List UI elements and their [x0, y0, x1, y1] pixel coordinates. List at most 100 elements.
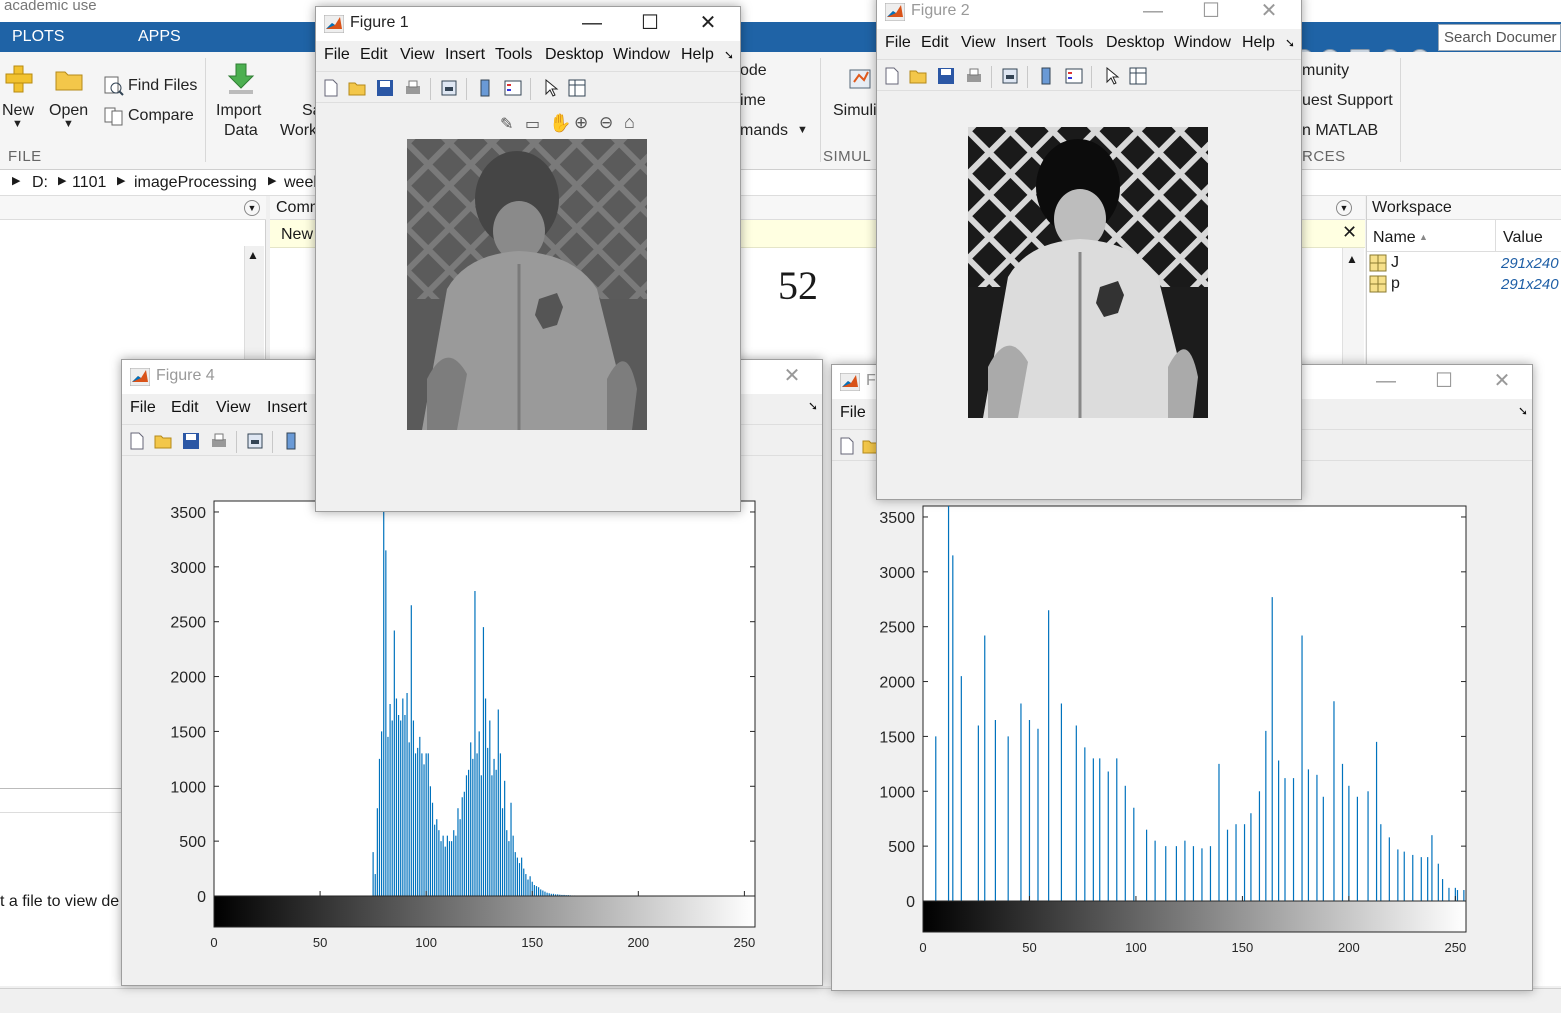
colorbar-icon[interactable]	[282, 432, 300, 450]
find-files-icon[interactable]	[104, 76, 124, 96]
link-plot-icon[interactable]	[440, 79, 458, 97]
menu-edit[interactable]: Edit	[171, 399, 199, 417]
menu-file[interactable]: File	[885, 34, 911, 52]
property-inspector-icon[interactable]	[1129, 67, 1147, 85]
save-workspace-label-2[interactable]: Work	[280, 122, 317, 140]
panel-menu-icon[interactable]: ▼	[1336, 200, 1352, 216]
current-folder-address-bar[interactable]: ▶ D: ▶ 1101 ▶ imageProcessing ▶ weel	[0, 170, 1561, 196]
tab-plots[interactable]: PLOTS	[12, 28, 64, 46]
colorbar-icon[interactable]	[1037, 67, 1055, 85]
figure-title-bar[interactable]: Figure 1 — ☐ ✕	[316, 7, 740, 41]
print-icon[interactable]	[965, 67, 983, 85]
import-data-label-2[interactable]: Data	[224, 122, 258, 140]
compare-icon[interactable]	[104, 106, 124, 126]
panel-menu-icon[interactable]: ▼	[244, 200, 260, 216]
menu-window[interactable]: Window	[1174, 34, 1231, 52]
variable-value[interactable]: 291x240	[1501, 255, 1559, 272]
variable-value[interactable]: 291x240	[1501, 276, 1559, 293]
brush-icon[interactable]: ✎	[500, 114, 513, 134]
workspace-col-name[interactable]: Name	[1373, 229, 1416, 247]
minimize-icon[interactable]: —	[1358, 365, 1414, 399]
new-figure-icon[interactable]	[322, 79, 340, 97]
menu-insert[interactable]: Insert	[1006, 34, 1046, 52]
maximize-icon[interactable]: ☐	[622, 7, 678, 41]
zoom-in-icon[interactable]: ⊕	[574, 113, 588, 133]
menu-view[interactable]: View	[400, 46, 434, 64]
menu-tools[interactable]: Tools	[495, 46, 532, 64]
variable-name[interactable]: J	[1391, 254, 1399, 272]
menu-tools[interactable]: Tools	[1056, 34, 1093, 52]
minimize-icon[interactable]: —	[1125, 0, 1181, 29]
menu-file[interactable]: File	[130, 399, 156, 417]
figure-title-bar[interactable]: Figure 2 — ☐ ✕	[877, 0, 1301, 29]
menu-desktop[interactable]: Desktop	[1106, 34, 1165, 52]
property-inspector-icon[interactable]	[568, 79, 586, 97]
colorbar-icon[interactable]	[476, 79, 494, 97]
request-support-link[interactable]: uest Support	[1302, 92, 1393, 110]
import-data-label-1[interactable]: Import	[216, 102, 261, 120]
edit-plot-pointer-icon[interactable]	[542, 79, 560, 97]
save-icon[interactable]	[937, 67, 955, 85]
close-icon[interactable]: ✕	[1241, 0, 1297, 29]
edit-plot-pointer-icon[interactable]	[1103, 67, 1121, 85]
open-dropdown-icon[interactable]: ▼	[63, 118, 74, 130]
link-plot-icon[interactable]	[246, 432, 264, 450]
new-dropdown-icon[interactable]: ▼	[12, 118, 23, 130]
compare-button[interactable]: Compare	[128, 107, 194, 125]
figure-2-window[interactable]: Figure 2 — ☐ ✕ File Edit View Insert Too…	[876, 0, 1302, 500]
learn-matlab-link[interactable]: n MATLAB	[1302, 122, 1378, 140]
maximize-icon[interactable]: ☐	[1416, 365, 1472, 399]
close-icon[interactable]: ✕	[764, 360, 820, 394]
menu-desktop[interactable]: Desktop	[545, 46, 604, 64]
legend-icon[interactable]	[504, 79, 522, 97]
dock-arrow-icon[interactable]: ➘	[808, 399, 818, 413]
pan-hand-icon[interactable]: ✋	[549, 113, 571, 134]
minimize-icon[interactable]: —	[564, 7, 620, 41]
menu-edit[interactable]: Edit	[360, 46, 388, 64]
zoom-out-icon[interactable]: ⊖	[599, 113, 613, 133]
menu-help[interactable]: Help	[681, 46, 714, 64]
maximize-icon[interactable]: ☐	[1183, 0, 1239, 29]
dock-arrow-icon[interactable]: ➘	[724, 48, 734, 62]
link-plot-icon[interactable]	[1001, 67, 1019, 85]
new-figure-icon[interactable]	[883, 67, 901, 85]
import-data-icon[interactable]	[226, 62, 256, 96]
address-segment[interactable]: 1101	[72, 174, 106, 192]
simulink-icon[interactable]	[848, 64, 876, 92]
menu-file[interactable]: File	[840, 404, 866, 422]
legend-icon[interactable]	[1065, 67, 1083, 85]
address-segment[interactable]: imageProcessing	[134, 174, 257, 192]
menu-insert[interactable]: Insert	[445, 46, 485, 64]
save-icon[interactable]	[376, 79, 394, 97]
folder-open-icon[interactable]	[54, 68, 84, 92]
variable-name[interactable]: p	[1391, 275, 1400, 293]
menu-window[interactable]: Window	[613, 46, 670, 64]
new-to-matlab-text[interactable]: New	[281, 226, 313, 244]
open-file-icon[interactable]	[154, 432, 172, 450]
menu-help[interactable]: Help	[1242, 34, 1275, 52]
new-icon[interactable]	[4, 64, 34, 94]
search-documentation-input[interactable]: Search Documer	[1438, 24, 1561, 51]
menu-edit[interactable]: Edit	[921, 34, 949, 52]
data-tips-icon[interactable]: ▭	[525, 114, 540, 134]
open-file-icon[interactable]	[348, 79, 366, 97]
tab-apps[interactable]: APPS	[138, 28, 181, 46]
address-arrow-icon[interactable]: ▶	[58, 174, 66, 187]
address-arrow-icon[interactable]: ▶	[12, 174, 20, 187]
address-segment[interactable]: weel	[284, 174, 317, 192]
home-restore-view-icon[interactable]: ⌂	[624, 112, 635, 133]
workspace-col-value[interactable]: Value	[1503, 229, 1543, 247]
menu-view[interactable]: View	[961, 34, 995, 52]
close-icon[interactable]: ✕	[680, 7, 736, 41]
figure-1-window[interactable]: Figure 1 — ☐ ✕ File Edit View Insert Too…	[315, 6, 741, 512]
community-link[interactable]: munity	[1302, 62, 1349, 80]
dock-arrow-icon[interactable]: ➘	[1518, 404, 1528, 418]
close-icon[interactable]: ✕	[1342, 222, 1357, 243]
simulink-button[interactable]: Simuli	[833, 102, 877, 120]
find-files-button[interactable]: Find Files	[128, 77, 197, 95]
scroll-up-icon[interactable]: ▲	[247, 248, 259, 262]
save-icon[interactable]	[182, 432, 200, 450]
address-arrow-icon[interactable]: ▶	[117, 174, 125, 187]
dock-arrow-icon[interactable]: ➘	[1285, 36, 1295, 50]
commands-dropdown-icon[interactable]: ▼	[797, 124, 808, 136]
